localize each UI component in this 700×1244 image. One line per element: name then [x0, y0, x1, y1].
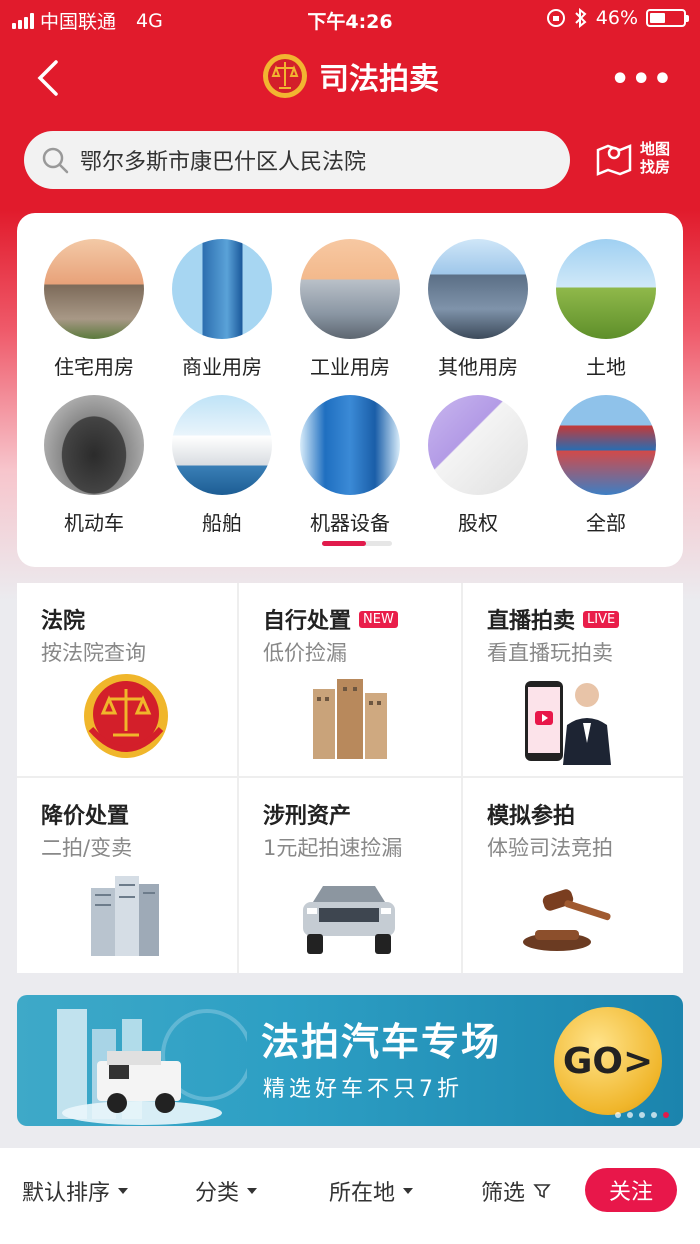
machinery-photo-icon [300, 395, 400, 495]
battery-percent: 46% [595, 7, 638, 29]
new-badge: NEW [359, 610, 398, 628]
live-badge: LIVE [583, 610, 620, 628]
court-emblem-icon [84, 674, 168, 758]
category-label: 机器设备 [310, 511, 390, 535]
category-card: 住宅用房 商业用房 工业用房 其他用房 土地 机动车 船舶 机器设备 股权 全部 [17, 213, 683, 567]
map-label-line1: 地图 [640, 140, 671, 158]
house-photo-icon [44, 239, 144, 339]
category-label: 土地 [586, 355, 626, 379]
filter-button[interactable]: 筛选 [481, 1175, 551, 1207]
category-vehicle[interactable]: 机动车 [39, 395, 149, 536]
feature-title: 自行处置 [263, 609, 352, 634]
banner-pager [615, 1112, 669, 1118]
category-commercial[interactable]: 商业用房 [167, 239, 277, 380]
feature-self-disposal[interactable]: 自行处置 NEW 低价捡漏 [239, 583, 459, 776]
gavel-icon [523, 889, 611, 951]
category-label: 住宅用房 [54, 355, 134, 379]
caret-down-icon [403, 1188, 414, 1194]
feature-price-reduction[interactable]: 降价处置 二拍/变卖 [17, 778, 237, 971]
sort-default-dropdown[interactable]: 默认排序 [22, 1175, 129, 1207]
car-auction-banner[interactable]: 法拍汽车专场 精选好车不只7折 GO> [17, 995, 683, 1126]
page-title: 司法拍卖 [319, 62, 439, 97]
court-emblem-icon [263, 54, 307, 98]
feature-title: 模拟参拍 [487, 804, 576, 829]
go-button[interactable]: GO> [554, 1007, 662, 1115]
feature-mock-bidding[interactable]: 模拟参拍 体验司法竞拍 [463, 778, 683, 971]
office-building-photo-icon [428, 239, 528, 339]
feature-court[interactable]: 法院 按法院查询 [17, 583, 237, 776]
category-industrial[interactable]: 工业用房 [295, 239, 405, 380]
feature-grid: 法院 按法院查询 自行处置 NEW 低价捡漏 直播拍卖 LIVE 看直播玩拍卖 [17, 583, 683, 973]
location-label: 所在地 [329, 1181, 396, 1206]
category-land[interactable]: 土地 [551, 239, 661, 380]
rotation-lock-icon [546, 9, 565, 27]
category-label: 全部 [586, 511, 626, 535]
filter-funnel-icon [533, 1184, 551, 1199]
category-label: 船舶 [202, 511, 242, 535]
feature-title: 降价处置 [41, 804, 130, 829]
category-equity[interactable]: 股权 [423, 395, 533, 536]
more-menu-button[interactable]: ••• [610, 62, 674, 97]
map-search-button[interactable]: 地图 找房 [594, 138, 670, 178]
factory-photo-icon [300, 239, 400, 339]
category-pager [322, 541, 392, 546]
map-pin-icon [596, 144, 632, 176]
category-residential[interactable]: 住宅用房 [39, 239, 149, 380]
follow-button[interactable]: 关注 [585, 1168, 677, 1212]
highrise-icon [91, 876, 159, 956]
search-icon [42, 147, 69, 174]
map-label-line2: 找房 [640, 158, 671, 176]
feature-subtitle: 体验司法竞拍 [487, 836, 613, 860]
category-other-housing[interactable]: 其他用房 [423, 239, 533, 380]
feature-subtitle: 低价捡漏 [263, 641, 347, 665]
category-machinery[interactable]: 机器设备 [295, 395, 405, 536]
location-dropdown[interactable]: 所在地 [329, 1175, 414, 1207]
car-photo-icon [44, 395, 144, 495]
feature-subtitle: 1元起拍速捡漏 [263, 836, 403, 860]
suv-icon [303, 886, 395, 954]
sort-bar: 默认排序 分类 所在地 筛选 关注 [0, 1148, 700, 1244]
caret-down-icon [118, 1188, 129, 1194]
bluetooth-icon [575, 8, 587, 28]
containers-photo-icon [556, 395, 656, 495]
category-label: 工业用房 [310, 355, 390, 379]
feature-live-auction[interactable]: 直播拍卖 LIVE 看直播玩拍卖 [463, 583, 683, 776]
search-value: 鄂尔多斯市康巴什区人民法院 [80, 150, 367, 175]
feature-subtitle: 按法院查询 [41, 641, 146, 665]
caret-down-icon [247, 1188, 258, 1194]
category-all[interactable]: 全部 [551, 395, 661, 536]
grassland-photo-icon [556, 239, 656, 339]
category-dropdown[interactable]: 分类 [195, 1175, 258, 1207]
status-bar: 中国联通 4G 下午4:26 46% [0, 0, 700, 36]
feature-criminal-assets[interactable]: 涉刑资产 1元起拍速捡漏 [239, 778, 459, 971]
tower-photo-icon [172, 239, 272, 339]
search-input[interactable]: 鄂尔多斯市康巴什区人民法院 [24, 131, 570, 189]
banner-title: 法拍汽车专场 [261, 1020, 502, 1064]
category-label: 商业用房 [182, 355, 262, 379]
category-label: 股权 [458, 511, 498, 535]
apartment-building-icon [313, 679, 387, 759]
category-label: 其他用房 [438, 355, 518, 379]
contract-photo-icon [428, 395, 528, 495]
feature-title: 直播拍卖 [487, 609, 576, 634]
feature-title: 法院 [41, 609, 86, 634]
feature-title: 涉刑资产 [263, 804, 352, 829]
sort-default-label: 默认排序 [22, 1181, 111, 1206]
livestream-icon [525, 681, 611, 765]
feature-subtitle: 二拍/变卖 [41, 836, 133, 860]
feature-subtitle: 看直播玩拍卖 [487, 641, 613, 665]
category-label: 机动车 [64, 511, 124, 535]
banner-subtitle: 精选好车不只7折 [263, 1077, 463, 1102]
category-ship[interactable]: 船舶 [167, 395, 277, 536]
city-skyline-icon [57, 1009, 247, 1125]
category-label: 分类 [195, 1181, 240, 1206]
battery-icon [646, 9, 689, 27]
cruise-ship-photo-icon [172, 395, 272, 495]
nav-bar: 司法拍卖 ••• [0, 48, 700, 110]
filter-label: 筛选 [481, 1181, 526, 1206]
